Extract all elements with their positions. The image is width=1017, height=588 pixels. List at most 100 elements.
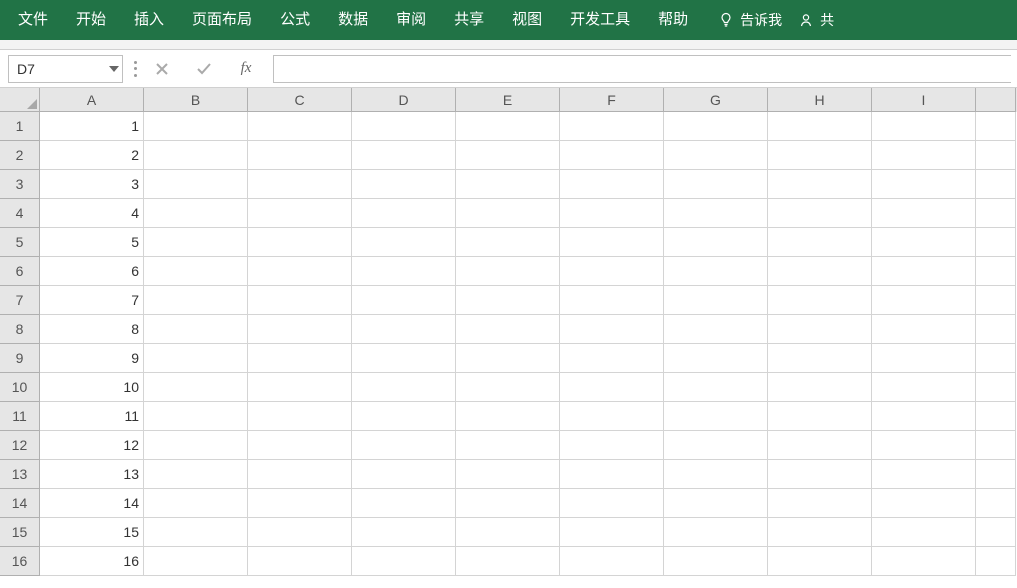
cell-extra-14[interactable] [976, 489, 1016, 518]
cell-F6[interactable] [560, 257, 664, 286]
share-button[interactable]: 共 [790, 0, 842, 40]
cell-B4[interactable] [144, 199, 248, 228]
cell-D6[interactable] [352, 257, 456, 286]
row-header-6[interactable]: 6 [0, 257, 40, 286]
cell-A11[interactable]: 11 [40, 402, 144, 431]
cell-I4[interactable] [872, 199, 976, 228]
select-all-cell[interactable] [0, 88, 40, 112]
row-header-7[interactable]: 7 [0, 286, 40, 315]
cell-I7[interactable] [872, 286, 976, 315]
cell-C6[interactable] [248, 257, 352, 286]
cell-C2[interactable] [248, 141, 352, 170]
cell-I9[interactable] [872, 344, 976, 373]
ribbon-tab-3[interactable]: 页面布局 [178, 0, 266, 40]
cell-F14[interactable] [560, 489, 664, 518]
cell-G8[interactable] [664, 315, 768, 344]
formula-input[interactable] [273, 55, 1011, 83]
cell-C4[interactable] [248, 199, 352, 228]
cell-H11[interactable] [768, 402, 872, 431]
cell-F4[interactable] [560, 199, 664, 228]
cell-B1[interactable] [144, 112, 248, 141]
cell-G10[interactable] [664, 373, 768, 402]
cell-G3[interactable] [664, 170, 768, 199]
cell-C5[interactable] [248, 228, 352, 257]
cell-G4[interactable] [664, 199, 768, 228]
cell-C10[interactable] [248, 373, 352, 402]
cell-G12[interactable] [664, 431, 768, 460]
cell-C7[interactable] [248, 286, 352, 315]
cell-H8[interactable] [768, 315, 872, 344]
cell-E13[interactable] [456, 460, 560, 489]
col-header-B[interactable]: B [144, 88, 248, 112]
cell-E16[interactable] [456, 547, 560, 576]
cell-I8[interactable] [872, 315, 976, 344]
cell-E9[interactable] [456, 344, 560, 373]
cell-D4[interactable] [352, 199, 456, 228]
row-header-16[interactable]: 16 [0, 547, 40, 576]
row-header-4[interactable]: 4 [0, 199, 40, 228]
cell-B8[interactable] [144, 315, 248, 344]
cell-E4[interactable] [456, 199, 560, 228]
cell-G13[interactable] [664, 460, 768, 489]
cell-B14[interactable] [144, 489, 248, 518]
cell-E7[interactable] [456, 286, 560, 315]
cell-D8[interactable] [352, 315, 456, 344]
cell-H6[interactable] [768, 257, 872, 286]
ribbon-tab-6[interactable]: 审阅 [382, 0, 440, 40]
cell-I14[interactable] [872, 489, 976, 518]
col-header-I[interactable]: I [872, 88, 976, 112]
cell-extra-12[interactable] [976, 431, 1016, 460]
cell-I1[interactable] [872, 112, 976, 141]
cell-D13[interactable] [352, 460, 456, 489]
row-header-12[interactable]: 12 [0, 431, 40, 460]
cell-C9[interactable] [248, 344, 352, 373]
cell-A3[interactable]: 3 [40, 170, 144, 199]
cell-G16[interactable] [664, 547, 768, 576]
cell-A13[interactable]: 13 [40, 460, 144, 489]
cell-B16[interactable] [144, 547, 248, 576]
cell-F5[interactable] [560, 228, 664, 257]
cell-H15[interactable] [768, 518, 872, 547]
cell-C8[interactable] [248, 315, 352, 344]
cell-D16[interactable] [352, 547, 456, 576]
cell-E2[interactable] [456, 141, 560, 170]
cell-G6[interactable] [664, 257, 768, 286]
cell-G14[interactable] [664, 489, 768, 518]
cell-E11[interactable] [456, 402, 560, 431]
cell-G5[interactable] [664, 228, 768, 257]
cell-E12[interactable] [456, 431, 560, 460]
cell-B10[interactable] [144, 373, 248, 402]
cell-A1[interactable]: 1 [40, 112, 144, 141]
cell-D1[interactable] [352, 112, 456, 141]
enter-formula-button[interactable] [183, 55, 225, 83]
ribbon-tab-7[interactable]: 共享 [440, 0, 498, 40]
cell-F16[interactable] [560, 547, 664, 576]
cell-C12[interactable] [248, 431, 352, 460]
cell-extra-10[interactable] [976, 373, 1016, 402]
cell-B3[interactable] [144, 170, 248, 199]
cell-D9[interactable] [352, 344, 456, 373]
cell-E8[interactable] [456, 315, 560, 344]
col-header-extra[interactable] [976, 88, 1016, 112]
cell-extra-13[interactable] [976, 460, 1016, 489]
cell-extra-2[interactable] [976, 141, 1016, 170]
row-header-5[interactable]: 5 [0, 228, 40, 257]
cell-G7[interactable] [664, 286, 768, 315]
cell-B11[interactable] [144, 402, 248, 431]
cell-H1[interactable] [768, 112, 872, 141]
cell-H9[interactable] [768, 344, 872, 373]
cell-H7[interactable] [768, 286, 872, 315]
row-header-10[interactable]: 10 [0, 373, 40, 402]
tellme-button[interactable]: 告诉我 [710, 0, 790, 40]
cell-A5[interactable]: 5 [40, 228, 144, 257]
cell-I3[interactable] [872, 170, 976, 199]
cell-A14[interactable]: 14 [40, 489, 144, 518]
cell-extra-4[interactable] [976, 199, 1016, 228]
ribbon-tab-5[interactable]: 数据 [324, 0, 382, 40]
cell-D5[interactable] [352, 228, 456, 257]
cell-H14[interactable] [768, 489, 872, 518]
cell-A2[interactable]: 2 [40, 141, 144, 170]
cell-I6[interactable] [872, 257, 976, 286]
cell-B6[interactable] [144, 257, 248, 286]
cell-I10[interactable] [872, 373, 976, 402]
